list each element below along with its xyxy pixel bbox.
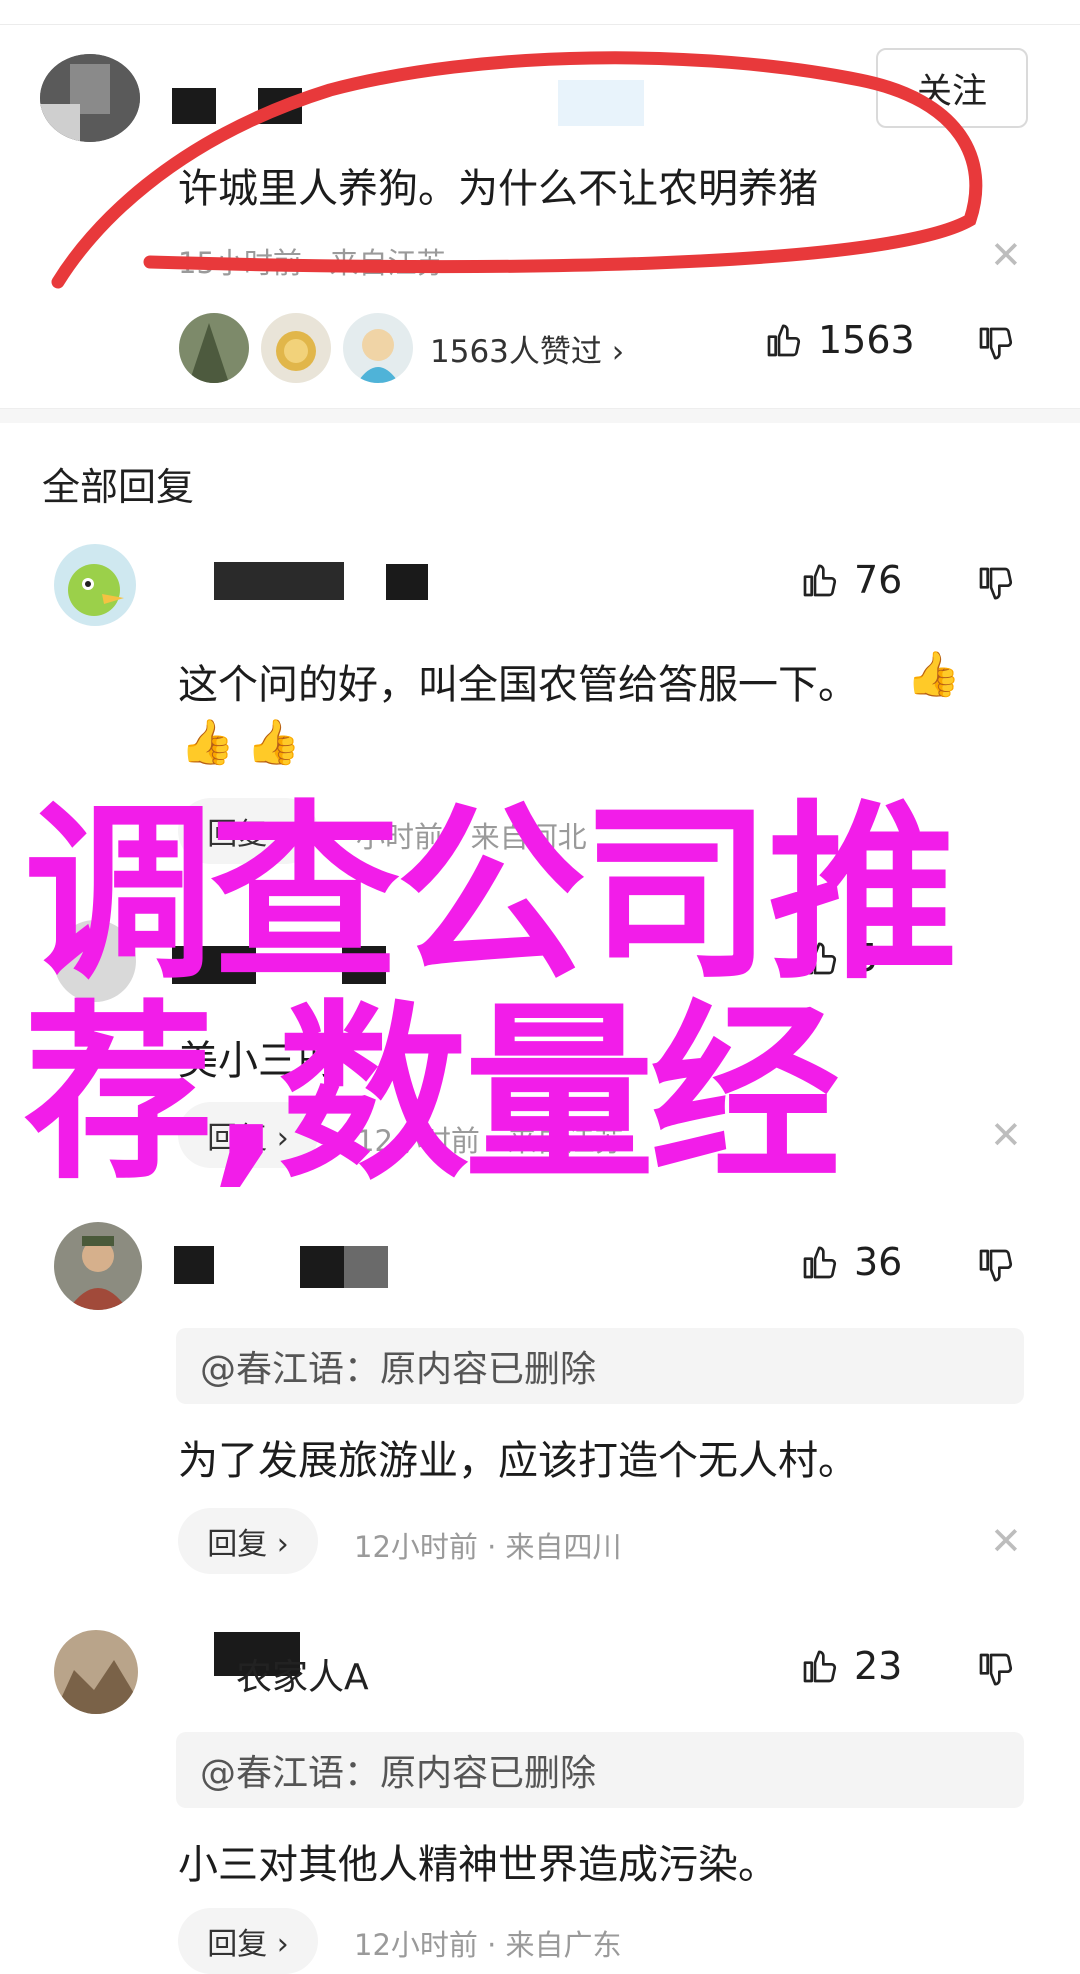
thumbs-up-icon bbox=[803, 1650, 837, 1683]
overlay-text-line1: 调查公司推 bbox=[24, 784, 958, 1005]
thumbs-down-icon[interactable] bbox=[976, 564, 1016, 604]
reply-button[interactable]: 回复 › bbox=[178, 1908, 318, 1974]
section-divider bbox=[0, 408, 1080, 423]
liker-avatar[interactable] bbox=[340, 310, 416, 386]
thumbs-up-icon bbox=[767, 324, 801, 357]
overlay-text-line2: 荐,数量经 bbox=[24, 984, 840, 1205]
username-redaction bbox=[174, 1246, 214, 1284]
username-redaction bbox=[386, 564, 428, 600]
thumbs-down-icon[interactable] bbox=[976, 1650, 1016, 1690]
liker-avatar[interactable] bbox=[176, 310, 252, 386]
liker-avatar[interactable] bbox=[258, 310, 334, 386]
reply-like-group[interactable]: 36 bbox=[800, 1240, 902, 1284]
thumbs-up-emoji: 👍 bbox=[246, 717, 301, 768]
reply-avatar[interactable] bbox=[54, 1222, 142, 1310]
like-count: 23 bbox=[854, 1644, 903, 1688]
username-redaction bbox=[214, 562, 344, 600]
close-icon[interactable]: ✕ bbox=[990, 1116, 1022, 1154]
reply-avatar[interactable] bbox=[54, 1630, 138, 1714]
thumbs-up-icon bbox=[803, 1246, 837, 1279]
reply-text: 小三对其他人精神世界造成污染。 bbox=[178, 1842, 778, 1888]
reply-like-group[interactable]: 23 bbox=[800, 1644, 902, 1688]
thumbs-up-emoji: 👍 bbox=[906, 649, 961, 700]
reply-avatar[interactable] bbox=[54, 544, 136, 626]
quoted-reply[interactable]: @春江语：原内容已删除 bbox=[176, 1732, 1024, 1808]
thumbs-down-icon[interactable] bbox=[976, 324, 1016, 364]
reply-meta: 12小时前 · 来自广东 bbox=[354, 1928, 622, 1962]
annotation-ellipse bbox=[51, 51, 983, 289]
username-redaction bbox=[344, 1246, 388, 1288]
reply-text: 这个问的好，叫全国农管给答服一下。 bbox=[178, 662, 858, 708]
section-title: 全部回复 bbox=[42, 465, 195, 509]
reply-text: 为了发展旅游业，应该打造个无人村。 bbox=[178, 1438, 858, 1484]
thumbs-up-icon bbox=[803, 564, 837, 597]
close-icon[interactable]: ✕ bbox=[990, 1522, 1022, 1560]
reply-like-group[interactable]: 76 bbox=[800, 558, 902, 602]
liked-summary-link[interactable]: 1563人赞过 › bbox=[430, 326, 624, 371]
thumbs-up-emoji: 👍 bbox=[180, 717, 235, 768]
like-count: 76 bbox=[854, 558, 903, 602]
username-redaction bbox=[300, 1246, 344, 1288]
like-count: 1563 bbox=[818, 318, 915, 362]
reply-meta: 12小时前 · 来自四川 bbox=[354, 1530, 622, 1564]
quoted-reply[interactable]: @春江语：原内容已删除 bbox=[176, 1328, 1024, 1404]
like-count: 36 bbox=[854, 1240, 903, 1284]
main-like-group[interactable]: 1563 bbox=[764, 318, 915, 362]
reply-button[interactable]: 回复 › bbox=[178, 1508, 318, 1574]
reply-username: 农家人A bbox=[236, 1657, 369, 1698]
thumbs-down-icon[interactable] bbox=[976, 1246, 1016, 1286]
